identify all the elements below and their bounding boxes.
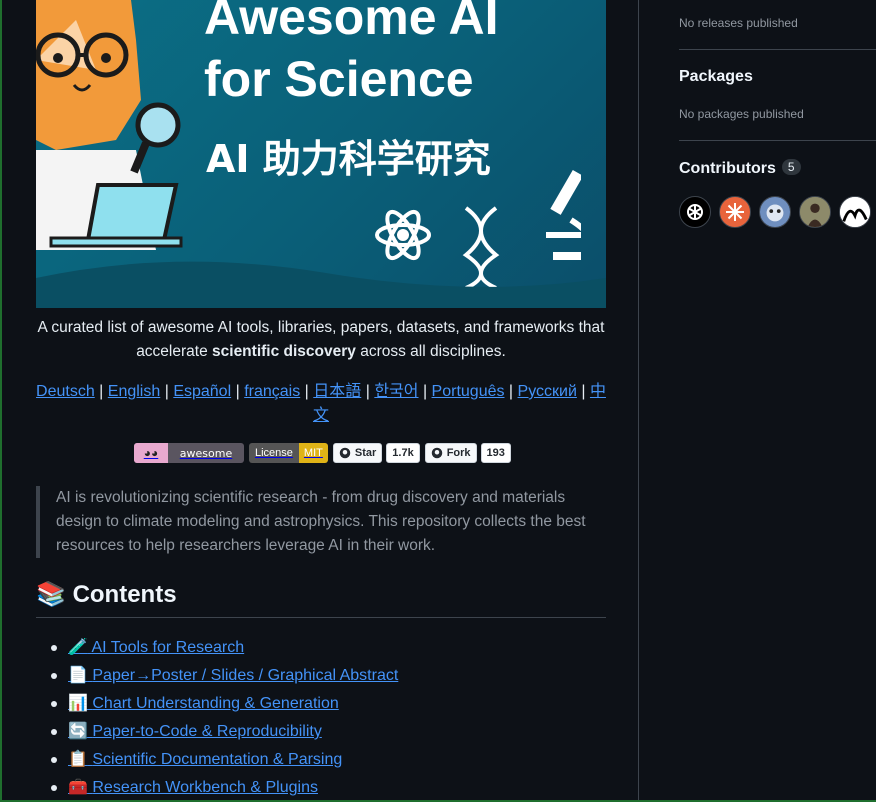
hero-title: Awesome AI for Science bbox=[204, 0, 499, 110]
language-links: Deutsch | English | Español | français |… bbox=[36, 383, 606, 424]
lang-link-japanese[interactable]: 日本語 bbox=[313, 383, 361, 400]
fox-scientist-illustration bbox=[36, 0, 183, 250]
github-icon bbox=[431, 447, 442, 459]
list-item: 🔄 Paper-to-Code & Reproducibility bbox=[51, 720, 608, 748]
lang-link-francais[interactable]: français bbox=[244, 383, 300, 400]
lang-link-russian[interactable]: Русский bbox=[518, 383, 577, 400]
toc-label: AI Tools for Research bbox=[91, 639, 245, 656]
license-badge[interactable]: License MIT bbox=[249, 443, 328, 463]
hero-banner-image: Awesome AI for Science AI 助力科学研究 bbox=[36, 0, 606, 308]
avatar[interactable] bbox=[799, 196, 831, 228]
hero-title-line1: Awesome AI bbox=[204, 0, 499, 45]
releases-empty-text: No releases published bbox=[679, 16, 798, 30]
fork-badge[interactable]: Fork 193 bbox=[424, 443, 511, 463]
lang-link-korean[interactable]: 한국어 bbox=[374, 383, 418, 400]
toc-link-ai-tools[interactable]: 🧪 AI Tools for Research bbox=[68, 639, 244, 656]
hero-title-line2: for Science bbox=[204, 51, 474, 107]
toc-link-paper-poster[interactable]: 📄 Paper→Poster / Slides / Graphical Abst… bbox=[68, 667, 398, 684]
toc-label: Paper-to-Code & Reproducibility bbox=[92, 723, 322, 740]
star-button[interactable]: Star bbox=[332, 443, 383, 463]
contributor-avatars bbox=[679, 196, 871, 228]
contents-list: 🧪 AI Tools for Research 📄 Paper→Poster /… bbox=[51, 636, 608, 802]
sunburst-icon bbox=[726, 203, 744, 221]
tiger-avatar-icon bbox=[760, 197, 790, 227]
contributors-count-badge: 5 bbox=[781, 159, 801, 175]
sidebar-divider bbox=[679, 49, 876, 50]
toc-label: Research Workbench & Plugins bbox=[92, 779, 318, 796]
lang-link-portugues[interactable]: Português bbox=[432, 383, 505, 400]
list-item: 🧰 Research Workbench & Plugins bbox=[51, 776, 608, 802]
description-tail: across all disciplines. bbox=[355, 343, 506, 360]
list-item: 📋 Scientific Documentation & Parsing bbox=[51, 748, 608, 776]
list-item: 🧪 AI Tools for Research bbox=[51, 636, 608, 664]
awesome-badge-label: awesome bbox=[179, 446, 233, 460]
toc-label: Scientific Documentation & Parsing bbox=[92, 751, 343, 768]
license-badge-label: License bbox=[249, 443, 299, 463]
person-photo-icon bbox=[800, 197, 830, 227]
hero-wave bbox=[36, 261, 606, 308]
toc-link-paper-to-code[interactable]: 🔄 Paper-to-Code & Reproducibility bbox=[68, 723, 322, 740]
column-divider bbox=[638, 0, 639, 802]
avatar[interactable] bbox=[719, 196, 751, 228]
contributors-link[interactable]: Contributors bbox=[679, 160, 776, 177]
intro-blockquote: AI is revolutionizing scientific researc… bbox=[36, 486, 606, 558]
repo-description: A curated list of awesome AI tools, libr… bbox=[36, 316, 606, 364]
clipboard-icon: 📋 bbox=[68, 751, 88, 768]
description-bold: scientific discovery bbox=[212, 343, 356, 360]
contents-heading: 📚 Contents bbox=[36, 580, 606, 618]
refresh-icon: 🔄 bbox=[68, 723, 88, 740]
document-icon: 📄 bbox=[68, 667, 88, 684]
fork-label: Fork bbox=[446, 447, 471, 459]
star-badge[interactable]: Star 1.7k bbox=[332, 443, 420, 463]
books-icon: 📚 bbox=[36, 581, 66, 608]
sunglasses-icon: ◕◕ bbox=[134, 443, 168, 463]
avatar[interactable] bbox=[839, 196, 871, 228]
avatar[interactable] bbox=[679, 196, 711, 228]
lang-link-deutsch[interactable]: Deutsch bbox=[36, 383, 95, 400]
toolbox-icon: 🧰 bbox=[68, 779, 88, 796]
list-item: 📄 Paper→Poster / Slides / Graphical Abst… bbox=[51, 664, 608, 692]
license-badge-value: MIT bbox=[298, 443, 328, 463]
toc-label: Chart Understanding & Generation bbox=[92, 695, 339, 712]
sidebar-divider bbox=[679, 140, 876, 141]
openai-logo-icon bbox=[687, 204, 703, 220]
list-item: 📊 Chart Understanding & Generation bbox=[51, 692, 608, 720]
contributors-heading: Contributors 5 bbox=[679, 159, 801, 178]
fork-button[interactable]: Fork bbox=[424, 443, 477, 463]
star-count[interactable]: 1.7k bbox=[386, 443, 420, 463]
awesome-badge[interactable]: ◕◕ awesome bbox=[134, 443, 244, 463]
toc-link-chart[interactable]: 📊 Chart Understanding & Generation bbox=[68, 695, 339, 712]
contents-heading-text: Contents bbox=[72, 581, 177, 608]
lang-link-english[interactable]: English bbox=[108, 383, 160, 400]
test-tube-icon: 🧪 bbox=[68, 639, 88, 656]
packages-empty-text: No packages published bbox=[679, 107, 804, 121]
bar-chart-icon: 📊 bbox=[68, 695, 88, 712]
lang-link-espanol[interactable]: Español bbox=[173, 383, 231, 400]
toc-label: Paper→Poster / Slides / Graphical Abstra… bbox=[92, 667, 399, 684]
badge-row: ◕◕ awesome License MIT Star 1.7k Fork 19… bbox=[134, 443, 511, 463]
avatar[interactable] bbox=[759, 196, 791, 228]
packages-heading[interactable]: Packages bbox=[679, 68, 753, 86]
github-icon bbox=[339, 447, 351, 459]
ink-sketch-icon bbox=[840, 197, 870, 227]
fork-count[interactable]: 193 bbox=[480, 443, 511, 463]
toc-link-workbench[interactable]: 🧰 Research Workbench & Plugins bbox=[68, 779, 318, 796]
star-label: Star bbox=[354, 447, 377, 459]
toc-link-documentation[interactable]: 📋 Scientific Documentation & Parsing bbox=[68, 751, 342, 768]
